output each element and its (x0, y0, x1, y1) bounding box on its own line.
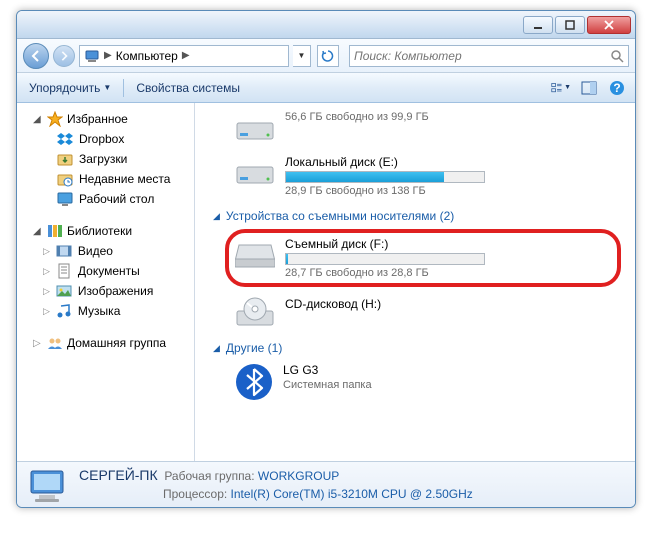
documents-icon (56, 263, 72, 279)
computer-icon (84, 48, 100, 64)
drive-usage-bar (285, 171, 485, 183)
device-name: LG G3 (283, 363, 625, 377)
chevron-down-icon: ◢ (213, 343, 220, 354)
forward-button[interactable] (53, 45, 75, 67)
drive-item-removable-f[interactable]: Съемный диск (F:) 28,7 ГБ свободно из 28… (225, 229, 621, 287)
breadcrumb-dropdown[interactable]: ▼ (293, 45, 311, 67)
chevron-right-icon: ▶ (182, 50, 190, 61)
chevron-right-icon: ▷ (43, 306, 50, 317)
hard-drive-icon (235, 111, 275, 143)
pictures-icon (56, 283, 72, 299)
desktop-icon (57, 191, 73, 207)
titlebar (17, 11, 635, 39)
sidebar-libraries-header[interactable]: ◢ Библиотеки (17, 221, 194, 241)
cd-drive-icon (235, 297, 275, 329)
bluetooth-icon (235, 363, 273, 401)
drive-item[interactable]: 56,6 ГБ свободно из 99,9 ГБ (205, 107, 625, 151)
sidebar-item-dropbox[interactable]: Dropbox (17, 129, 194, 149)
toolbar: Упорядочить▼ Свойства системы ▼ ? (17, 73, 635, 103)
preview-pane-button[interactable] (579, 78, 599, 98)
star-icon (47, 111, 63, 127)
libraries-icon (47, 223, 63, 239)
minimize-button[interactable] (523, 16, 553, 34)
refresh-button[interactable] (317, 45, 339, 67)
removable-drive-icon (235, 237, 275, 269)
sidebar-item-label: Видео (78, 244, 113, 258)
drive-name: Локальный диск (E:) (285, 155, 625, 169)
hostname: СЕРГЕЙ-ПК (79, 467, 158, 483)
drive-free-text: 28,7 ГБ свободно из 28,8 ГБ (285, 267, 611, 279)
sidebar-item-videos[interactable]: ▷ Видео (17, 241, 194, 261)
maximize-button[interactable] (555, 16, 585, 34)
drive-item-local-e[interactable]: Локальный диск (E:) 28,9 ГБ свободно из … (205, 151, 625, 205)
sidebar-homegroup-header[interactable]: ▷ Домашняя группа (17, 333, 194, 353)
search-input[interactable] (354, 49, 610, 63)
sidebar-item-recent[interactable]: Недавние места (17, 169, 194, 189)
drive-usage-bar (285, 253, 485, 265)
search-box[interactable] (349, 45, 629, 67)
drive-free-text: 28,9 ГБ свободно из 138 ГБ (285, 185, 625, 197)
other-group-header[interactable]: ◢ Другие (1) (205, 337, 625, 359)
chevron-down-icon: ◢ (33, 226, 43, 237)
sidebar-item-desktop[interactable]: Рабочий стол (17, 189, 194, 209)
cpu-value: Intel(R) Core(TM) i5-3210M CPU @ 2.50GHz (231, 487, 473, 501)
device-type: Системная папка (283, 379, 625, 391)
sidebar-item-pictures[interactable]: ▷ Изображения (17, 281, 194, 301)
statusbar: СЕРГЕЙ-ПК Рабочая группа: WORKGROUP Проц… (17, 461, 635, 507)
dropbox-icon (57, 131, 73, 147)
sidebar-item-label: Рабочий стол (79, 192, 154, 206)
cpu-label: Процессор: (163, 487, 227, 501)
workgroup-value: WORKGROUP (258, 469, 339, 483)
organize-button[interactable]: Упорядочить▼ (25, 79, 115, 97)
back-button[interactable] (23, 43, 49, 69)
sidebar-item-label: Dropbox (79, 132, 124, 146)
workgroup-label: Рабочая группа: (164, 469, 254, 483)
chevron-right-icon: ▷ (43, 266, 50, 277)
navbar: ▶ Компьютер ▶ ▼ (17, 39, 635, 73)
help-button[interactable]: ? (607, 78, 627, 98)
sidebar-item-documents[interactable]: ▷ Документы (17, 261, 194, 281)
homegroup-icon (47, 335, 63, 351)
drive-item-cd[interactable]: CD-дисковод (H:) (205, 293, 625, 337)
chevron-right-icon: ▶ (104, 50, 112, 61)
sidebar-item-label: Документы (78, 264, 140, 278)
view-options-button[interactable]: ▼ (551, 78, 571, 98)
close-button[interactable] (587, 16, 631, 34)
breadcrumb-location: Компьютер (116, 49, 178, 63)
downloads-icon (57, 151, 73, 167)
sidebar-item-music[interactable]: ▷ Музыка (17, 301, 194, 321)
explorer-window: ▶ Компьютер ▶ ▼ Упорядочить▼ Свойства си… (16, 10, 636, 508)
recent-icon (57, 171, 73, 187)
main-content: 56,6 ГБ свободно из 99,9 ГБ Локальный ди… (195, 103, 635, 461)
video-icon (56, 243, 72, 259)
removable-group-header[interactable]: ◢ Устройства со съемными носителями (2) (205, 205, 625, 227)
chevron-right-icon: ▷ (43, 246, 50, 257)
svg-text:?: ? (613, 81, 620, 95)
breadcrumb[interactable]: ▶ Компьютер ▶ (79, 45, 289, 67)
computer-icon (27, 465, 67, 505)
chevron-right-icon: ▷ (33, 338, 43, 349)
chevron-right-icon: ▷ (43, 286, 50, 297)
drive-name: CD-дисковод (H:) (285, 297, 625, 311)
device-item-lg[interactable]: LG G3 Системная папка (205, 359, 625, 409)
chevron-down-icon: ◢ (33, 114, 43, 125)
sidebar-item-label: Музыка (78, 304, 120, 318)
hard-drive-icon (235, 155, 275, 187)
sidebar-item-label: Загрузки (79, 152, 127, 166)
sidebar-item-label: Изображения (78, 284, 153, 298)
sidebar: ◢ Избранное Dropbox Загрузки Недавние ме… (17, 103, 195, 461)
chevron-down-icon: ◢ (213, 211, 220, 222)
music-icon (56, 303, 72, 319)
sidebar-item-label: Недавние места (79, 172, 170, 186)
drive-name: Съемный диск (F:) (285, 237, 611, 251)
system-properties-button[interactable]: Свойства системы (132, 79, 244, 97)
sidebar-favorites-header[interactable]: ◢ Избранное (17, 109, 194, 129)
drive-free-text: 56,6 ГБ свободно из 99,9 ГБ (285, 111, 625, 123)
search-icon (610, 49, 624, 63)
sidebar-item-downloads[interactable]: Загрузки (17, 149, 194, 169)
